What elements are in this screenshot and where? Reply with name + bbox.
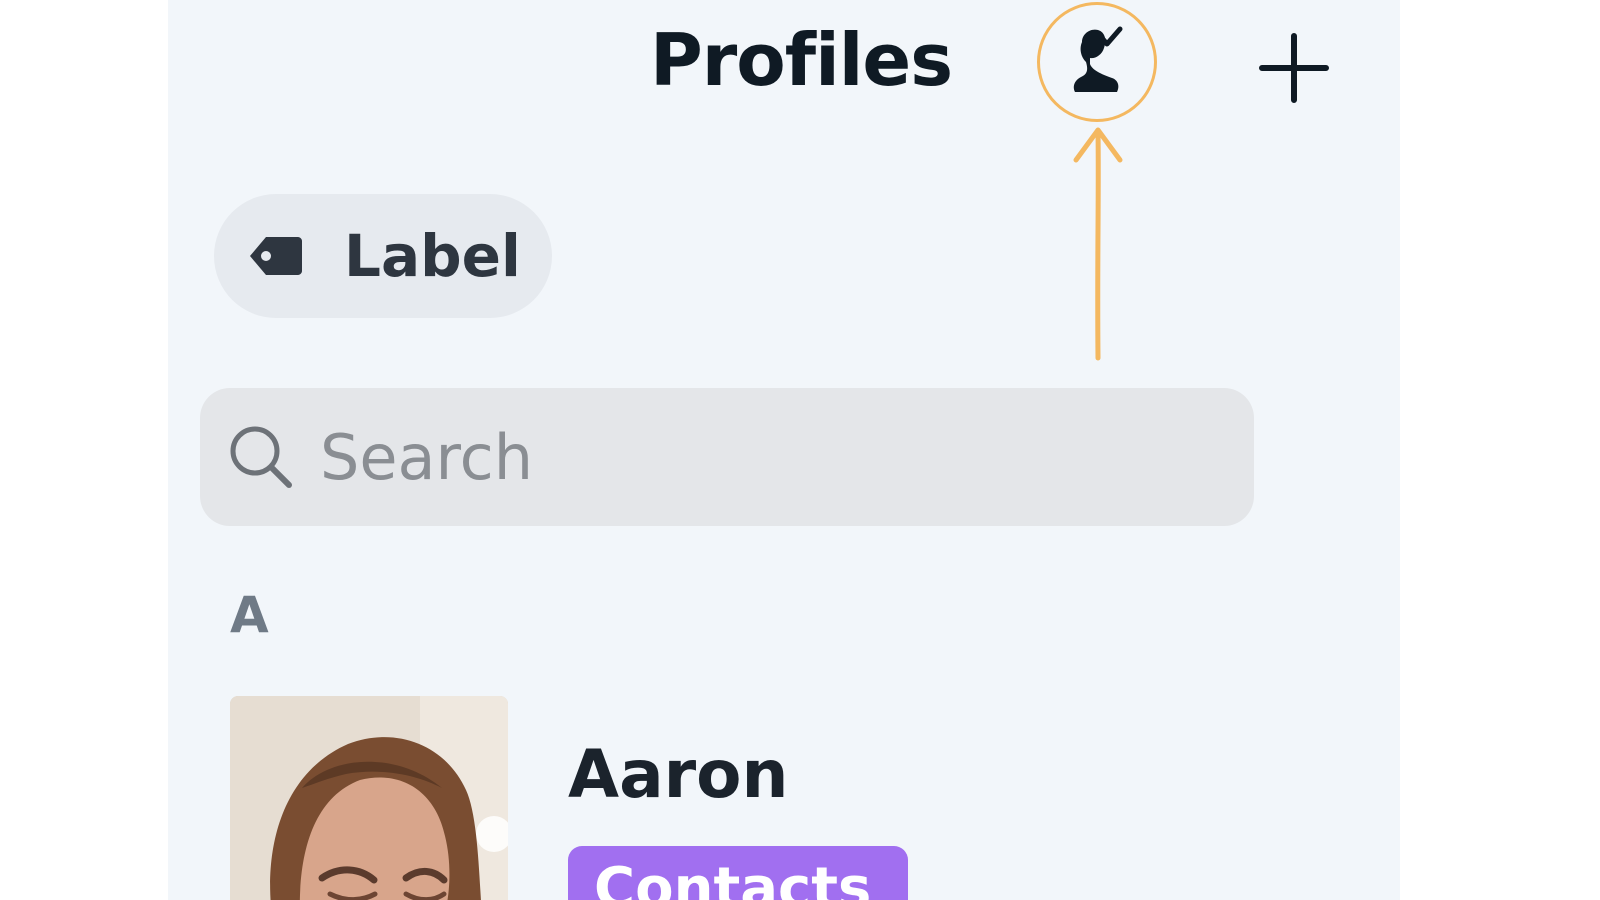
search-input[interactable] xyxy=(318,406,1222,508)
contact-name-aaron[interactable]: Aaron xyxy=(568,736,789,813)
plus-icon xyxy=(1259,33,1329,103)
contact-avatar-aaron[interactable] xyxy=(230,696,508,900)
section-letter-a: A xyxy=(230,586,269,644)
profiles-panel: Profiles Label Search A Aaron Contacts xyxy=(168,0,1400,900)
contact-category-badge: Contacts xyxy=(568,846,908,900)
profile-filter-button[interactable] xyxy=(1037,2,1157,122)
search-icon xyxy=(230,426,292,488)
search-bar[interactable] xyxy=(200,388,1254,526)
screenshot-stage: Profiles Label Search A Aaron Contacts xyxy=(0,0,1600,900)
label-chip-text: Label xyxy=(344,222,521,290)
label-filter-chip[interactable]: Label xyxy=(214,194,552,318)
add-profile-button[interactable] xyxy=(1258,32,1330,104)
tag-icon xyxy=(250,237,302,275)
person-check-icon xyxy=(1073,26,1123,92)
annotation-arrow-up-icon xyxy=(1073,127,1123,361)
avatar-photo xyxy=(230,696,508,900)
page-title: Profiles xyxy=(650,18,953,102)
